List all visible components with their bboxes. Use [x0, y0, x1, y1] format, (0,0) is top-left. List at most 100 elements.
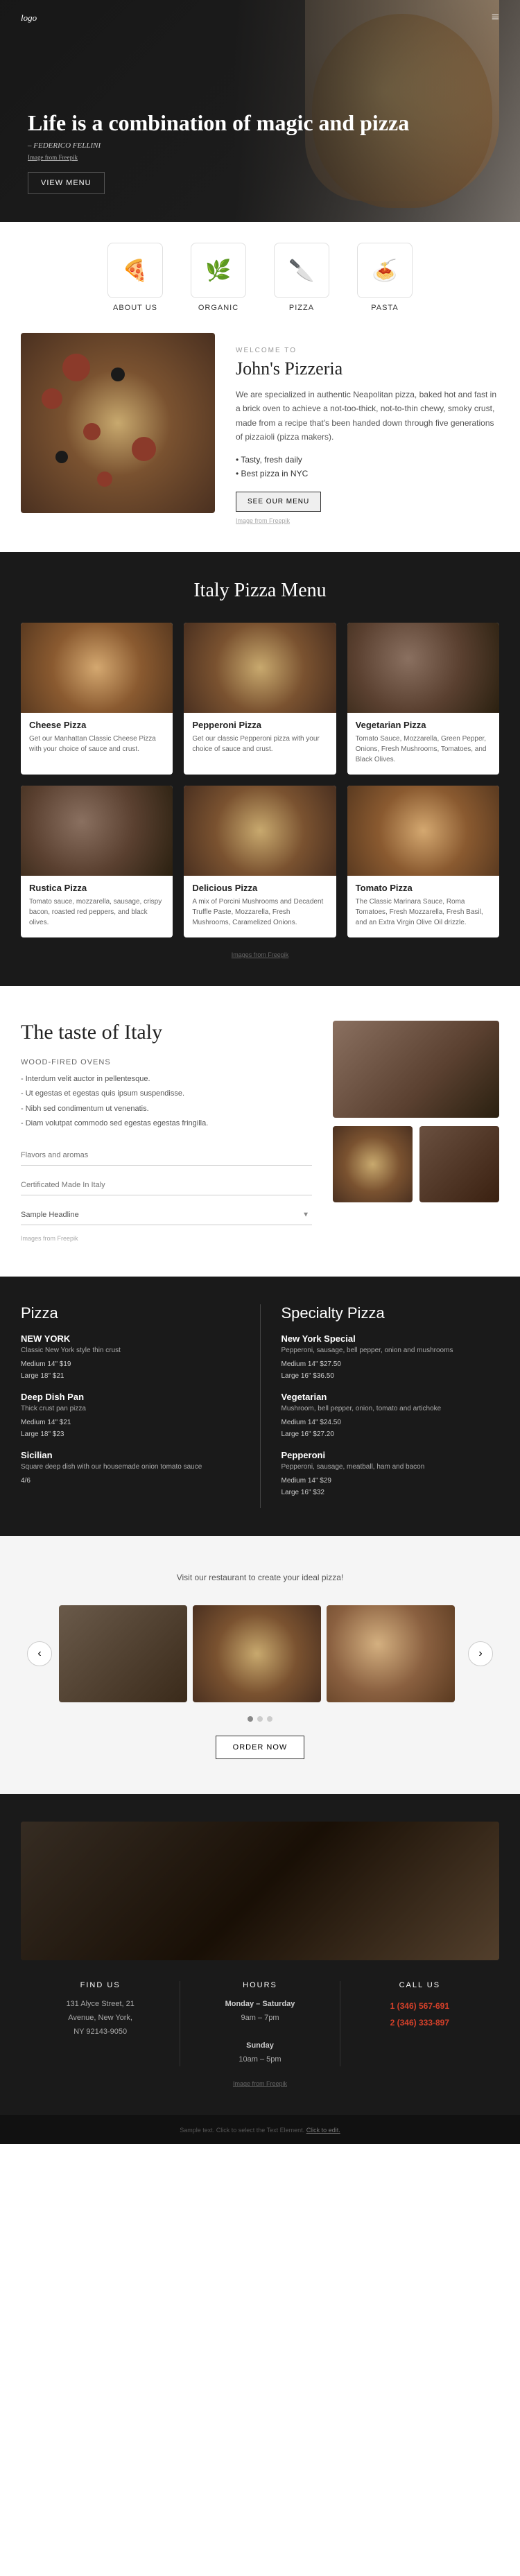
pepperoni-pizza-desc: Get our classic Pepperoni pizza with you… [192, 734, 327, 754]
call-us-title: CALL US [347, 1981, 492, 1989]
see-menu-button[interactable]: SEE OUR MENU [236, 492, 321, 512]
carousel-images [59, 1605, 461, 1702]
pizza-menu-title: Italy Pizza Menu [21, 580, 499, 602]
carousel-image-1 [59, 1605, 187, 1702]
view-menu-button[interactable]: VIEW MENU [28, 172, 105, 194]
vegetarian-pizza-image [347, 623, 499, 713]
hamburger-icon[interactable]: ≡ [492, 10, 499, 26]
hours-weekday-label: Monday – Saturday 9am – 7pm Sunday 10am … [187, 1998, 332, 2066]
carousel-image-3 [327, 1605, 455, 1702]
footer-pizza-background [21, 1822, 499, 1960]
rustica-pizza-body: Rustica Pizza Tomato sauce, mozzarella, … [21, 876, 173, 937]
pizza-grid: Cheese Pizza Get our Manhattan Classic C… [21, 623, 499, 937]
welcome-text: WELCOME TO John's Pizzeria We are specia… [236, 333, 499, 524]
carousel-image-2 [193, 1605, 321, 1702]
tomato-pizza-desc: The Classic Marinara Sauce, Roma Tomatoe… [356, 897, 491, 928]
phone-2[interactable]: 2 (346) 333-897 [347, 2014, 492, 2031]
tomato-pizza-body: Tomato Pizza The Classic Marinara Sauce,… [347, 876, 499, 937]
pizza-type-deepdish: Deep Dish Pan Thick crust pan pizza Medi… [21, 1392, 239, 1440]
delicious-pizza-body: Delicious Pizza A mix of Porcini Mushroo… [184, 876, 336, 937]
pizza-icon: 🔪 [274, 243, 329, 298]
taste-right [333, 1021, 499, 1242]
phone-1[interactable]: 1 (346) 567-691 [347, 1998, 492, 2014]
footer-find-us: FIND US 131 Alyce Street, 21Avenue, New … [21, 1981, 180, 2066]
category-organic[interactable]: 🌿 ORGANIC [184, 243, 253, 312]
navbar: logo ≡ [0, 0, 520, 35]
sample-select[interactable]: Sample Headline [21, 1205, 312, 1225]
about-us-icon: 🍕 [107, 243, 163, 298]
newyork-price: Medium 14" $19Large 18" $21 [21, 1358, 239, 1382]
specialty-pepperoni: Pepperoni Pepperoni, sausage, meatball, … [281, 1450, 500, 1498]
newyork-name: NEW YORK [21, 1333, 239, 1344]
organic-icon: 🌿 [191, 243, 246, 298]
carousel-prev-button[interactable]: ‹ [27, 1641, 52, 1666]
pasta-icon: 🍝 [357, 243, 413, 298]
flavors-input[interactable] [21, 1146, 312, 1166]
welcome-pizza-image [21, 333, 215, 513]
category-about-us[interactable]: 🍕 ABOUT US [101, 243, 170, 312]
vegetarian-pizza-desc: Tomato Sauce, Mozzarella, Green Pepper, … [356, 734, 491, 765]
welcome-list-item-1: Tasty, fresh daily [236, 453, 499, 467]
pep-name: Pepperoni [281, 1450, 500, 1460]
carousel-next-button[interactable]: › [468, 1641, 493, 1666]
sicilian-desc: Square deep dish with our housemade onio… [21, 1462, 239, 1472]
welcome-list: Tasty, fresh daily Best pizza in NYC [236, 453, 499, 481]
gallery-text: Visit our restaurant to create your idea… [87, 1571, 433, 1584]
category-about-us-label: ABOUT US [113, 304, 157, 312]
welcome-image-credit-link[interactable]: Image from Freepik [236, 517, 290, 524]
hero-subtitle: – FEDERICO FELLINI [28, 141, 409, 150]
pizza-menu-section: Italy Pizza Menu Cheese Pizza Get our Ma… [0, 552, 520, 986]
certified-input[interactable] [21, 1175, 312, 1195]
footer-hours: HOURS Monday – Saturday 9am – 7pm Sunday… [180, 1981, 339, 2066]
gallery-carousel: ‹ › [21, 1605, 499, 1702]
pizza-type-newyork: NEW YORK Classic New York style thin cru… [21, 1333, 239, 1382]
pep-price: Medium 14" $29Large 16" $32 [281, 1475, 500, 1498]
rustica-pizza-desc: Tomato sauce, mozzarella, sausage, crisp… [29, 897, 164, 928]
order-now-button[interactable]: ORDER NOW [216, 1736, 305, 1759]
taste-images-credit-link[interactable]: Images from Freepik [21, 1235, 78, 1242]
category-pizza[interactable]: 🔪 PIZZA [267, 243, 336, 312]
taste-images-credit: Images from Freepik [21, 1235, 312, 1242]
footer-bar-text: Sample text. Click to select the Text El… [180, 2127, 340, 2134]
footer-bar-link[interactable]: Click to edit. [306, 2127, 340, 2134]
footer-info: FIND US 131 Alyce Street, 21Avenue, New … [0, 1794, 520, 2115]
carousel-dot-3[interactable] [267, 1716, 272, 1722]
newyork-desc: Classic New York style thin crust [21, 1345, 239, 1356]
carousel-dot-1[interactable] [248, 1716, 253, 1722]
taste-bottom-images [333, 1126, 499, 1202]
nav-logo: logo [21, 12, 37, 24]
pizza-olive-1 [111, 368, 125, 381]
ny-special-name: New York Special [281, 1333, 500, 1344]
cheese-pizza-image [21, 623, 173, 713]
sicilian-name: Sicilian [21, 1450, 239, 1460]
pizza-topping-2 [42, 388, 62, 409]
footer-bar: Sample text. Click to select the Text El… [0, 2115, 520, 2144]
select-chevron-down-icon: ▼ [302, 1211, 309, 1218]
specialty-vegetarian: Vegetarian Mushroom, bell pepper, onion,… [281, 1392, 500, 1440]
specialty-divider [260, 1304, 261, 1508]
menu-image-credit-link[interactable]: Images from Freepik [232, 951, 289, 958]
taste-small-image-1 [333, 1126, 413, 1202]
pep-desc: Pepperoni, sausage, meatball, ham and ba… [281, 1462, 500, 1472]
hero-content: Life is a combination of magic and pizza… [28, 110, 409, 194]
delicious-pizza-name: Delicious Pizza [192, 883, 327, 893]
welcome-title: John's Pizzeria [236, 358, 499, 379]
specialty-col: Specialty Pizza New York Special Peppero… [281, 1304, 500, 1508]
specialty-section: Pizza NEW YORK Classic New York style th… [0, 1277, 520, 1536]
hero-title: Life is a combination of magic and pizza [28, 110, 409, 136]
hero-image-credit-link[interactable]: Image from Freepik [28, 154, 78, 161]
taste-list: Interdum velit auctor in pellentesque. U… [21, 1072, 312, 1132]
tomato-pizza-image [347, 786, 499, 876]
footer-image-credit-link[interactable]: Image from Freepik [233, 2080, 287, 2087]
welcome-label: WELCOME TO [236, 347, 499, 354]
taste-section: The taste of Italy Wood-fired ovens Inte… [0, 986, 520, 1277]
carousel-dot-2[interactable] [257, 1716, 263, 1722]
footer-columns: FIND US 131 Alyce Street, 21Avenue, New … [21, 1981, 499, 2066]
taste-list-item-1: Interdum velit auctor in pellentesque. [21, 1072, 312, 1087]
specialty-newyork-special: New York Special Pepperoni, sausage, bel… [281, 1333, 500, 1382]
hero-image-credit: Image from Freepik [28, 154, 409, 161]
category-pasta[interactable]: 🍝 PASTA [350, 243, 419, 312]
pizza-topping-4 [132, 437, 156, 461]
taste-list-item-4: Diam volutpat commodo sed egestas egesta… [21, 1116, 312, 1132]
taste-wood-fired-label: Wood-fired ovens [21, 1058, 312, 1066]
